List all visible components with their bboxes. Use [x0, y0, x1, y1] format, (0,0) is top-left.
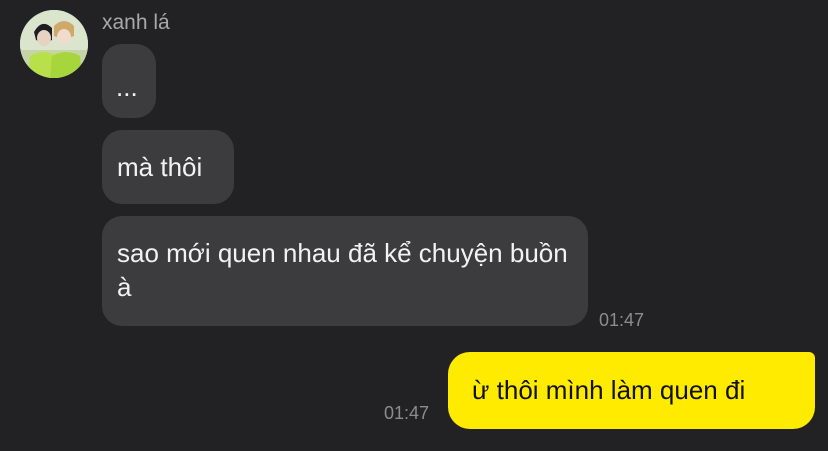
avatar[interactable] — [20, 10, 88, 78]
message-text: ... — [116, 72, 138, 102]
message-text: sao mới quen nhau đã kể chuyện buồn à — [117, 238, 568, 302]
message-bubble-incoming[interactable]: sao mới quen nhau đã kể chuyện buồn à — [102, 216, 588, 326]
message-text: ừ thôi mình làm quen đi — [472, 375, 746, 405]
message-bubble-outgoing[interactable]: ừ thôi mình làm quen đi — [448, 352, 815, 429]
message-bubble-incoming[interactable]: ... — [102, 44, 156, 118]
message-text: mà thôi — [117, 152, 203, 182]
avatar-photo — [20, 10, 88, 78]
message-timestamp: 01:47 — [384, 403, 430, 423]
message-bubble-incoming[interactable]: mà thôi — [102, 130, 234, 204]
message-timestamp: 01:47 — [599, 310, 645, 330]
sender-name: xanh lá — [102, 11, 170, 34]
